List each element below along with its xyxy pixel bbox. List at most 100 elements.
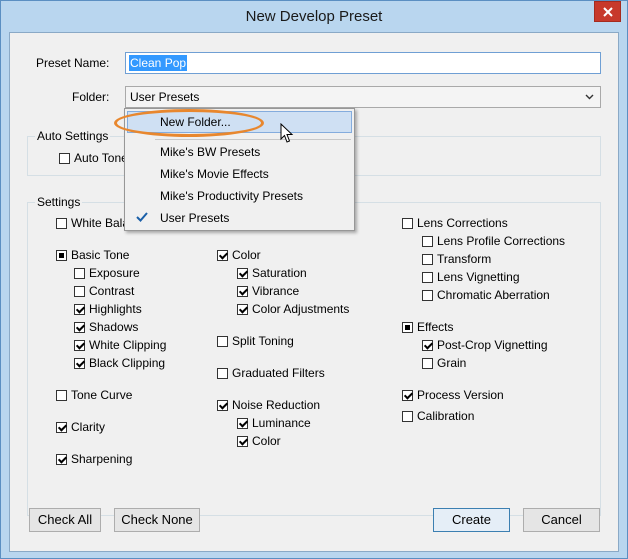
checkbox-tone-curve[interactable]: Tone Curve bbox=[56, 388, 132, 402]
checkbox-box bbox=[422, 289, 433, 301]
folder-label: Folder: bbox=[72, 90, 110, 104]
checkbox-label: Post-Crop Vignetting bbox=[437, 338, 548, 352]
checkbox-box bbox=[237, 435, 248, 447]
preset-name-input[interactable]: Clean Pop bbox=[125, 52, 601, 74]
checkbox-box bbox=[74, 357, 85, 369]
checkbox-label: Color bbox=[232, 248, 261, 262]
checkbox-label: Effects bbox=[417, 320, 454, 334]
checkbox-highlights[interactable]: Highlights bbox=[74, 302, 142, 316]
checkbox-lens-corrections[interactable]: Lens Corrections bbox=[402, 216, 508, 230]
checkbox-box bbox=[74, 339, 85, 351]
checkbox-box bbox=[402, 389, 413, 401]
checkbox-color[interactable]: Color bbox=[237, 434, 281, 448]
checkbox-label: Lens Corrections bbox=[417, 216, 508, 230]
checkbox-box bbox=[217, 399, 228, 411]
checkbox-box bbox=[217, 249, 228, 261]
checkbox-saturation[interactable]: Saturation bbox=[237, 266, 307, 280]
checkbox-box bbox=[56, 249, 67, 261]
menu-item-mikes-productivity-presets[interactable]: Mike's Productivity Presets bbox=[127, 185, 352, 207]
checkbox-shadows[interactable]: Shadows bbox=[74, 320, 138, 334]
title-bar[interactable]: New Develop Preset bbox=[1, 1, 627, 33]
menu-item-user-presets[interactable]: User Presets bbox=[127, 207, 352, 229]
folder-select[interactable]: User Presets bbox=[125, 86, 601, 108]
checkbox-lens-profile-corrections[interactable]: Lens Profile Corrections bbox=[422, 234, 565, 248]
checkbox-box bbox=[74, 303, 85, 315]
checkbox-grain[interactable]: Grain bbox=[422, 356, 466, 370]
preset-name-value: Clean Pop bbox=[129, 55, 188, 71]
preset-name-label: Preset Name: bbox=[36, 56, 110, 70]
checkbox-label: Graduated Filters bbox=[232, 366, 325, 380]
cancel-button[interactable]: Cancel bbox=[523, 508, 600, 532]
checkbox-label: Transform bbox=[437, 252, 492, 266]
checkbox-box bbox=[237, 267, 248, 279]
menu-item-label: Mike's Movie Effects bbox=[160, 167, 269, 181]
check-all-button[interactable]: Check All bbox=[29, 508, 101, 532]
checkbox-color-adjustments[interactable]: Color Adjustments bbox=[237, 302, 349, 316]
checkbox-sharpening[interactable]: Sharpening bbox=[56, 452, 132, 466]
checkbox-label: Lens Vignetting bbox=[437, 270, 520, 284]
menu-item-mikes-bw-presets[interactable]: Mike's BW Presets bbox=[127, 141, 352, 163]
create-button[interactable]: Create bbox=[433, 508, 510, 532]
checkbox-box bbox=[237, 285, 248, 297]
checkbox-label: Noise Reduction bbox=[232, 398, 321, 412]
menu-separator bbox=[155, 139, 351, 140]
checkbox-transform[interactable]: Transform bbox=[422, 252, 491, 266]
checkbox-basic-tone[interactable]: Basic Tone bbox=[56, 248, 129, 262]
checkbox-label: Highlights bbox=[89, 302, 142, 316]
checkbox-box bbox=[59, 152, 70, 164]
checkbox-split-toning[interactable]: Split Toning bbox=[217, 334, 294, 348]
checkbox-box bbox=[422, 271, 433, 283]
checkbox-label: Clarity bbox=[71, 420, 106, 434]
checkbox-box bbox=[402, 321, 413, 333]
checkbox-post-crop-vignetting[interactable]: Post-Crop Vignetting bbox=[422, 338, 548, 352]
checkbox-label: Exposure bbox=[89, 266, 140, 280]
checkbox-vibrance[interactable]: Vibrance bbox=[237, 284, 299, 298]
checkbox-box bbox=[237, 417, 248, 429]
checkbox-box bbox=[217, 367, 228, 379]
dialog-window: New Develop Preset Preset Name: Clean Po… bbox=[0, 0, 628, 559]
checkbox-box bbox=[422, 339, 433, 351]
checkbox-effects[interactable]: Effects bbox=[402, 320, 453, 334]
checkbox-label: Contrast bbox=[89, 284, 135, 298]
checkbox-label: Sharpening bbox=[71, 452, 133, 466]
checkbox-graduated-filters[interactable]: Graduated Filters bbox=[217, 366, 325, 380]
checkbox-calibration[interactable]: Calibration bbox=[402, 409, 474, 423]
checkbox-contrast[interactable]: Contrast bbox=[74, 284, 134, 298]
checkbox-label: Grain bbox=[437, 356, 467, 370]
checkbox-box bbox=[402, 410, 413, 422]
checkbox-color[interactable]: Color bbox=[217, 248, 261, 262]
checkbox-box bbox=[237, 303, 248, 315]
checkbox-box bbox=[217, 335, 228, 347]
checkbox-box bbox=[56, 389, 67, 401]
checkbox-white-clipping[interactable]: White Clipping bbox=[74, 338, 166, 352]
checkbox-label: Color Adjustments bbox=[252, 302, 350, 316]
checkbox-lens-vignetting[interactable]: Lens Vignetting bbox=[422, 270, 520, 284]
checkbox-black-clipping[interactable]: Black Clipping bbox=[74, 356, 165, 370]
close-button[interactable] bbox=[594, 1, 621, 22]
checkbox-label: Tone Curve bbox=[71, 388, 133, 402]
checkbox-chromatic-aberration[interactable]: Chromatic Aberration bbox=[422, 288, 550, 302]
checkbox-box bbox=[402, 217, 413, 229]
checkbox-label: Vibrance bbox=[252, 284, 300, 298]
chevron-down-icon bbox=[585, 94, 594, 100]
checkbox-label: Color bbox=[252, 434, 281, 448]
close-icon bbox=[602, 6, 613, 17]
auto-tone-label: Auto Tone bbox=[74, 151, 128, 165]
checkbox-label: Process Version bbox=[417, 388, 504, 402]
checkbox-label: Basic Tone bbox=[71, 248, 130, 262]
checkbox-noise-reduction[interactable]: Noise Reduction bbox=[217, 398, 320, 412]
menu-item-label: User Presets bbox=[160, 211, 230, 225]
checkbox-luminance[interactable]: Luminance bbox=[237, 416, 311, 430]
window-title: New Develop Preset bbox=[245, 8, 383, 25]
checkbox-exposure[interactable]: Exposure bbox=[74, 266, 140, 280]
checkbox-box bbox=[74, 321, 85, 333]
check-none-button[interactable]: Check None bbox=[114, 508, 200, 532]
menu-item-mikes-movie-effects[interactable]: Mike's Movie Effects bbox=[127, 163, 352, 185]
checkbox-box bbox=[56, 421, 67, 433]
settings-title: Settings bbox=[35, 195, 83, 209]
checkbox-clarity[interactable]: Clarity bbox=[56, 420, 105, 434]
checkbox-label: Shadows bbox=[89, 320, 139, 334]
checkbox-process-version[interactable]: Process Version bbox=[402, 388, 504, 402]
auto-tone-checkbox[interactable]: Auto Tone bbox=[59, 151, 128, 165]
checkbox-label: Chromatic Aberration bbox=[437, 288, 550, 302]
